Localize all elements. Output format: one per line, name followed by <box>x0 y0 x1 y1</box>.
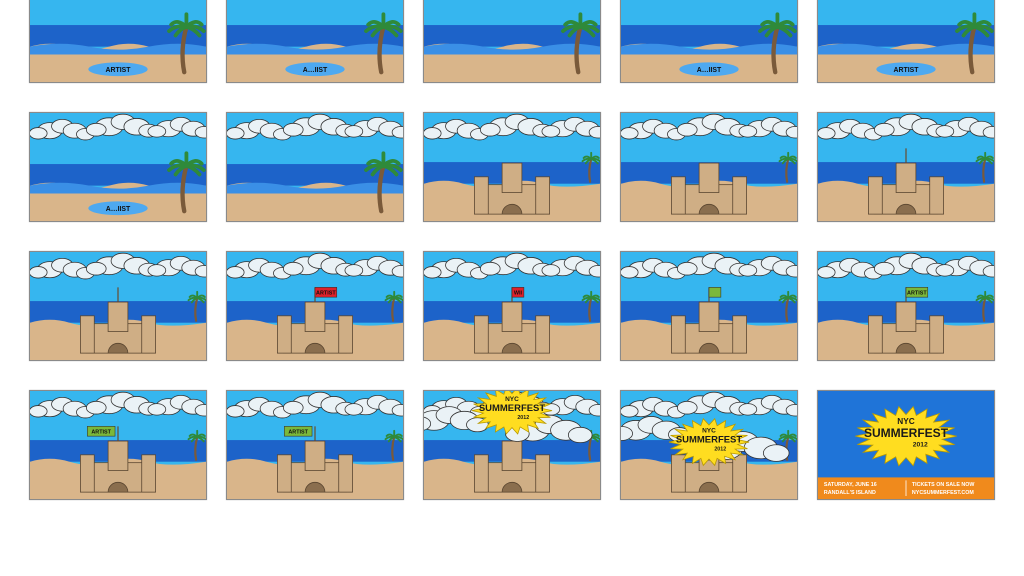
frame-illustration: ARTIST <box>30 0 206 82</box>
flag-text: ARTIST <box>907 291 927 297</box>
frame-illustration: A…IIST <box>621 0 797 82</box>
sand-artist-text: A…IIST <box>106 206 131 213</box>
burst-year-text: 2012 <box>913 442 928 449</box>
frame-illustration: NYCSUMMERFEST 2012 SATURDAY, JUNE 16 RANDAL… <box>818 391 994 499</box>
poster-footer-text: NYCSUMMERFEST.COM <box>912 490 974 496</box>
storyboard-frame-1[interactable]: ARTIST <box>29 0 207 83</box>
frame-illustration: ARTIST <box>227 391 403 499</box>
frame-illustration: WII <box>424 252 600 360</box>
frame-illustration: NYCSUMMERFEST2012 <box>424 391 600 499</box>
burst-summerfest-text: SUMMERFEST <box>676 435 743 446</box>
storyboard-frame-9[interactable] <box>620 112 798 222</box>
frame-illustration: ARTIST <box>818 252 994 360</box>
storyboard-frame-15[interactable]: ARTIST <box>817 251 995 361</box>
burst-year-text: 2012 <box>517 415 529 421</box>
frame-illustration <box>424 113 600 221</box>
frame-illustration: NYCSUMMERFEST2012 <box>621 391 797 499</box>
burst-year-text: 2012 <box>714 446 726 452</box>
frame-illustration <box>30 252 206 360</box>
burst-nyc-text: NYC <box>505 396 519 403</box>
storyboard-frame-12[interactable]: ARTIST <box>226 251 404 361</box>
burst-nyc-text: NYC <box>702 428 716 435</box>
frame-illustration <box>227 113 403 221</box>
sand-artist-text: A…IIST <box>697 67 722 74</box>
flag-text: ARTIST <box>288 430 308 436</box>
storyboard-frame-4[interactable]: A…IIST <box>620 0 798 83</box>
flag-text: WII <box>514 291 523 297</box>
poster-footer-text: RANDALL'S ISLAND <box>824 490 876 496</box>
storyboard-frame-8[interactable] <box>423 112 601 222</box>
storyboard-frame-11[interactable] <box>29 251 207 361</box>
storyboard-frame-2[interactable]: A…IIST <box>226 0 404 83</box>
storyboard-frame-14[interactable] <box>620 251 798 361</box>
frame-illustration: A…IIST <box>30 113 206 221</box>
burst-nyc-text: NYC <box>897 417 914 426</box>
frame-illustration <box>621 252 797 360</box>
frame-illustration: ARTIST <box>30 391 206 499</box>
flag-text: ARTIST <box>91 430 111 436</box>
sand-artist-text: A…IIST <box>303 67 328 74</box>
storyboard-frame-5[interactable]: ARTIST <box>817 0 995 83</box>
storyboard-frame-16[interactable]: ARTIST <box>29 390 207 500</box>
storyboard-frame-10[interactable] <box>817 112 995 222</box>
frame-illustration <box>424 0 600 82</box>
storyboard-frame-3[interactable] <box>423 0 601 83</box>
storyboard-frame-6[interactable]: A…IIST <box>29 112 207 222</box>
storyboard-frame-13[interactable]: WII <box>423 251 601 361</box>
storyboard-frame-7[interactable] <box>226 112 404 222</box>
poster-footer-text: SATURDAY, JUNE 16 <box>824 482 877 488</box>
flag-text: ARTIST <box>316 291 336 297</box>
poster-footer-text: TICKETS ON SALE NOW <box>912 482 975 488</box>
sand-artist-text: ARTIST <box>894 67 920 74</box>
frame-illustration <box>621 113 797 221</box>
storyboard-frame-20[interactable]: NYC SUMMERFEST 2012 SATURDAY, JUNE 16 RANDAL… <box>817 390 995 500</box>
burst-summerfest-text: SUMMERFEST <box>864 426 949 440</box>
burst-summerfest-text: SUMMERFEST <box>479 403 546 414</box>
frame-illustration: A…IIST <box>227 0 403 82</box>
storyboard-frame-17[interactable]: ARTIST <box>226 390 404 500</box>
frame-illustration: ARTIST <box>818 0 994 82</box>
storyboard-frame-18[interactable]: NYC SUMMERFEST 2012 <box>423 390 601 500</box>
castle-flag <box>708 287 722 298</box>
sand-artist-text: ARTIST <box>106 67 132 74</box>
frame-illustration <box>818 113 994 221</box>
storyboard-frame-19[interactable]: NYC SUMMERFEST 2012 <box>620 390 798 500</box>
frame-illustration: ARTIST <box>227 252 403 360</box>
